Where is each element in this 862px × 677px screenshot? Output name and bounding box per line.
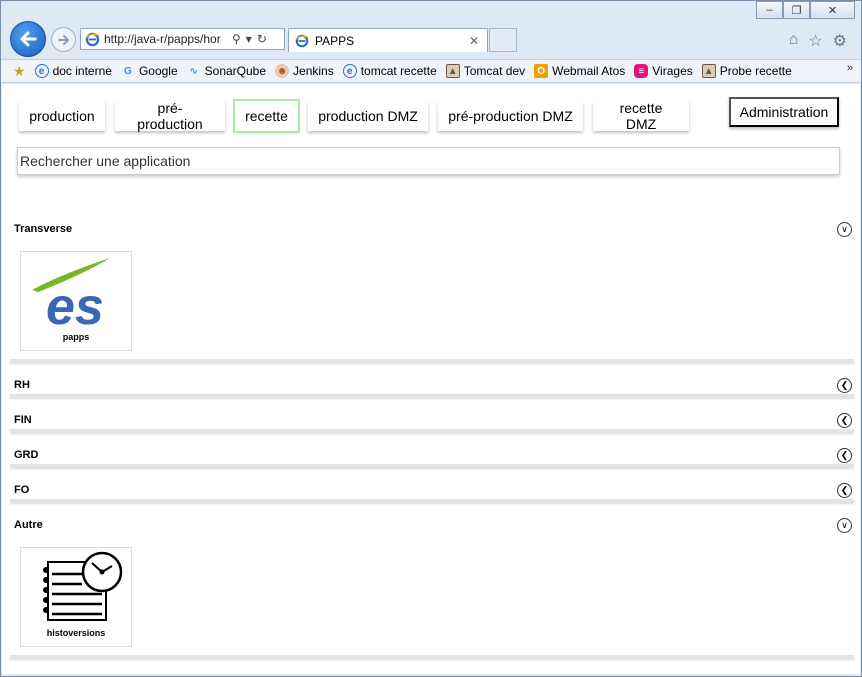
back-button[interactable] xyxy=(10,21,46,57)
minimize-button[interactable]: – xyxy=(756,1,783,19)
favorite-jenkins[interactable]: ☻ Jenkins xyxy=(275,64,334,78)
favorite-doc-interne[interactable]: e doc interne xyxy=(34,64,112,78)
env-button-recette[interactable]: recette xyxy=(235,101,298,131)
page-content: production pré-production recette produc… xyxy=(2,84,860,674)
app-name: papps xyxy=(62,332,90,342)
section-title: FO xyxy=(14,484,30,496)
ie-page-icon xyxy=(85,32,100,46)
favorites-star-icon[interactable]: ☆ xyxy=(808,31,822,51)
administration-button[interactable]: Administration xyxy=(729,97,839,127)
chevron-left-icon[interactable]: ❮ xyxy=(837,377,852,393)
sonarqube-icon: ∿ xyxy=(189,65,198,77)
svg-text:es: es xyxy=(46,278,104,330)
virages-icon: ≡ xyxy=(634,64,649,78)
chevron-left-icon[interactable]: ❮ xyxy=(837,412,852,428)
section-header-rh[interactable]: RH ❮ xyxy=(14,375,852,395)
section-divider xyxy=(10,655,854,659)
more-favorites-icon[interactable]: » xyxy=(847,62,853,74)
favorite-probe-recette[interactable]: ▲ Probe recette xyxy=(701,64,792,78)
clock-document-icon xyxy=(43,551,123,621)
restore-button[interactable]: ❐ xyxy=(783,1,810,19)
gear-icon[interactable]: ⚙ xyxy=(833,31,847,51)
address-url[interactable]: http://java-r/papps/hor xyxy=(104,32,226,46)
ie-page-icon: e xyxy=(342,64,357,78)
favorite-webmail-atos[interactable]: O Webmail Atos xyxy=(534,64,625,78)
section-title: Transverse xyxy=(14,223,73,235)
section-divider xyxy=(10,499,854,503)
tab-papps[interactable]: PAPPS ✕ xyxy=(288,28,488,52)
section-title: RH xyxy=(14,379,30,391)
webmail-icon: O xyxy=(534,64,549,78)
ie-page-icon: e xyxy=(34,64,49,78)
favorite-tomcat-dev[interactable]: ▲ Tomcat dev xyxy=(445,64,525,78)
env-button-production-dmz[interactable]: production DMZ xyxy=(308,101,428,131)
favorites-bar: ★ e doc interne G Google ∿ SonarQube ☻ J… xyxy=(1,59,861,83)
es-logo-icon: es xyxy=(32,258,110,330)
search-icon[interactable]: ⚲ xyxy=(232,32,241,46)
ie-page-icon xyxy=(295,34,309,47)
favorite-tomcat-recette[interactable]: e tomcat recette xyxy=(342,64,437,78)
chevron-down-icon[interactable]: ∨ xyxy=(837,517,852,533)
section-divider xyxy=(10,394,854,398)
env-button-pre-production[interactable]: pré-production xyxy=(115,100,225,132)
app-name: histoversions xyxy=(46,628,106,638)
section-header-grd[interactable]: GRD ❮ xyxy=(14,445,852,465)
forward-button[interactable] xyxy=(51,27,76,52)
env-button-recette-dmz[interactable]: recette DMZ xyxy=(593,100,689,132)
close-tab-icon[interactable]: ✕ xyxy=(469,34,479,48)
section-header-transverse[interactable]: Transverse ∨ xyxy=(14,219,852,239)
chevron-left-icon[interactable]: ❮ xyxy=(837,447,852,463)
favorite-google[interactable]: G Google xyxy=(121,64,178,78)
env-button-production[interactable]: production xyxy=(19,101,105,131)
probe-icon: ▲ xyxy=(701,64,716,78)
section-header-fin[interactable]: FIN ❮ xyxy=(14,410,852,430)
background-window-tabs xyxy=(101,3,621,19)
search-input[interactable] xyxy=(17,147,840,175)
add-favorite-icon[interactable]: ★ xyxy=(13,63,26,80)
window-controls: – ❐ ✕ xyxy=(756,1,855,19)
forward-arrow-icon xyxy=(57,34,69,45)
jenkins-icon: ☻ xyxy=(275,64,290,78)
close-window-button[interactable]: ✕ xyxy=(810,1,855,19)
back-arrow-icon xyxy=(20,31,37,47)
refresh-icon[interactable]: ↻ xyxy=(257,32,267,46)
section-header-autre[interactable]: Autre ∨ xyxy=(14,515,852,535)
section-divider xyxy=(10,359,854,363)
chevron-left-icon[interactable]: ❮ xyxy=(837,482,852,498)
section-title: GRD xyxy=(14,449,39,461)
section-title: Autre xyxy=(14,519,43,531)
new-tab-button[interactable] xyxy=(489,28,517,52)
section-header-fo[interactable]: FO ❮ xyxy=(14,480,852,500)
tomcat-icon: ▲ xyxy=(445,64,460,78)
env-button-pre-production-dmz[interactable]: pré-production DMZ xyxy=(438,101,583,131)
chevron-down-icon[interactable]: ∨ xyxy=(837,221,852,237)
favorite-sonarqube[interactable]: ∿ SonarQube xyxy=(187,64,266,78)
section-divider xyxy=(10,429,854,433)
home-icon[interactable]: ⌂ xyxy=(789,31,799,51)
google-icon: G xyxy=(124,65,132,77)
browser-window: – ❐ ✕ http://java-r/papps/hor ⚲ ▾ ↻ PAPP… xyxy=(0,0,862,677)
favorite-virages[interactable]: ≡ Virages xyxy=(634,64,693,78)
app-tile-papps[interactable]: es papps xyxy=(20,251,132,351)
section-title: FIN xyxy=(14,414,32,426)
section-divider xyxy=(10,464,854,468)
address-bar[interactable]: http://java-r/papps/hor ⚲ ▾ ↻ xyxy=(80,28,285,50)
navigation-bar: http://java-r/papps/hor ⚲ ▾ ↻ PAPPS ✕ ⌂ … xyxy=(1,19,861,59)
dropdown-icon[interactable]: ▾ xyxy=(246,32,252,46)
tab-title: PAPPS xyxy=(315,33,355,48)
app-tile-histoversions[interactable]: histoversions xyxy=(20,547,132,647)
